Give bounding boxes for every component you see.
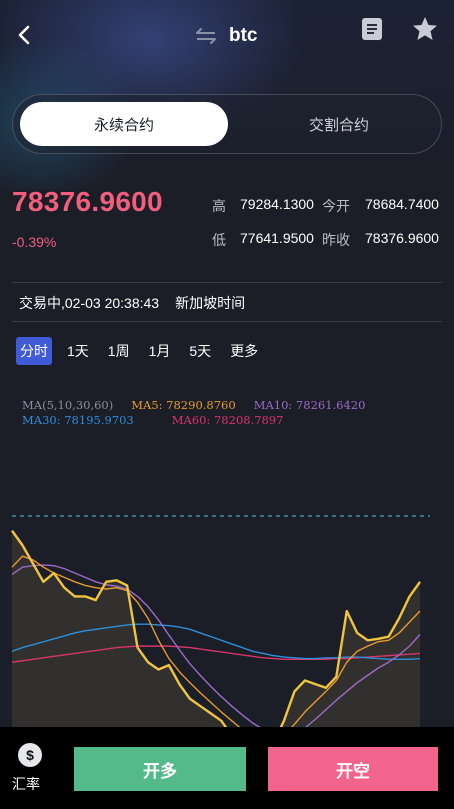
dollar-icon: $ [18,743,42,767]
open-value: 78684.7400 [365,196,439,212]
chevron-left-icon [18,25,30,45]
back-button[interactable] [12,22,38,48]
ma-legend-ma30: MA30: 78195.9703 [22,413,134,427]
tab-delivery[interactable]: 交割合约 [243,102,435,146]
period-1w[interactable]: 1周 [104,337,134,365]
divider [12,321,442,322]
contract-tabs: 永续合约 交割合约 [12,94,442,154]
period-intraday[interactable]: 分时 [16,337,52,365]
ma-legend-ma10: MA10: 78261.6420 [253,398,366,412]
exchange-rate-button[interactable]: $ 汇率 [12,741,48,797]
page-title: btc [229,25,258,46]
period-selector: 分时 1天 1周 1月 5天 更多 [16,337,273,365]
open-short-button[interactable]: 开空 [268,747,438,791]
intraday-chart[interactable] [0,500,454,728]
period-more[interactable]: 更多 [226,337,262,365]
tab-perpetual[interactable]: 永续合约 [20,102,228,146]
ma-legend-all: MA(5,10,30,60) [22,398,114,412]
open-long-button[interactable]: 开多 [74,747,246,791]
low-label: 低 [212,232,226,248]
favorite-button[interactable] [411,15,439,43]
exchange-rate-label: 汇率 [12,776,40,792]
document-icon [362,18,382,40]
stats-row-high: 高 79284.1300 今开 78684.7400 [212,196,448,216]
ma-legend-ma60: MA60: 78208.7897 [171,413,284,427]
price-area [12,530,420,728]
document-button[interactable] [360,16,384,42]
low-value: 77641.9500 [240,230,314,246]
stats-row-low: 低 77641.9500 昨收 78376.9600 [212,230,448,250]
prev-close-value: 78376.9600 [365,230,439,246]
period-5d[interactable]: 5天 [185,337,215,365]
swap-arrows-icon[interactable] [195,27,217,45]
trading-status-text: 交易中,02-03 20:38:43 [19,295,160,311]
star-icon [413,17,437,40]
timezone-label: 新加坡时间 [175,295,246,311]
ma-legend-ma5: MA5: 78290.8760 [131,398,236,412]
ma-legend: MA(5,10,30,60) MA5: 78290.8760 MA10: 78261… [22,398,383,428]
open-label: 今开 [322,198,350,214]
divider [12,282,442,283]
top-bar: btc [0,0,454,70]
prev-close-label: 昨收 [322,232,350,248]
title-group: btc [195,23,258,49]
last-price: 78376.9600 [12,186,163,217]
bottom-action-bar: $ 汇率 开多 开空 [0,727,454,809]
high-value: 79284.1300 [240,196,314,212]
high-label: 高 [212,198,226,214]
price-change-percent: -0.39% [12,234,57,250]
period-1d[interactable]: 1天 [63,337,93,365]
trading-status: 交易中,02-03 20:38:43 新加坡时间 [19,293,245,313]
period-1m[interactable]: 1月 [145,337,175,365]
